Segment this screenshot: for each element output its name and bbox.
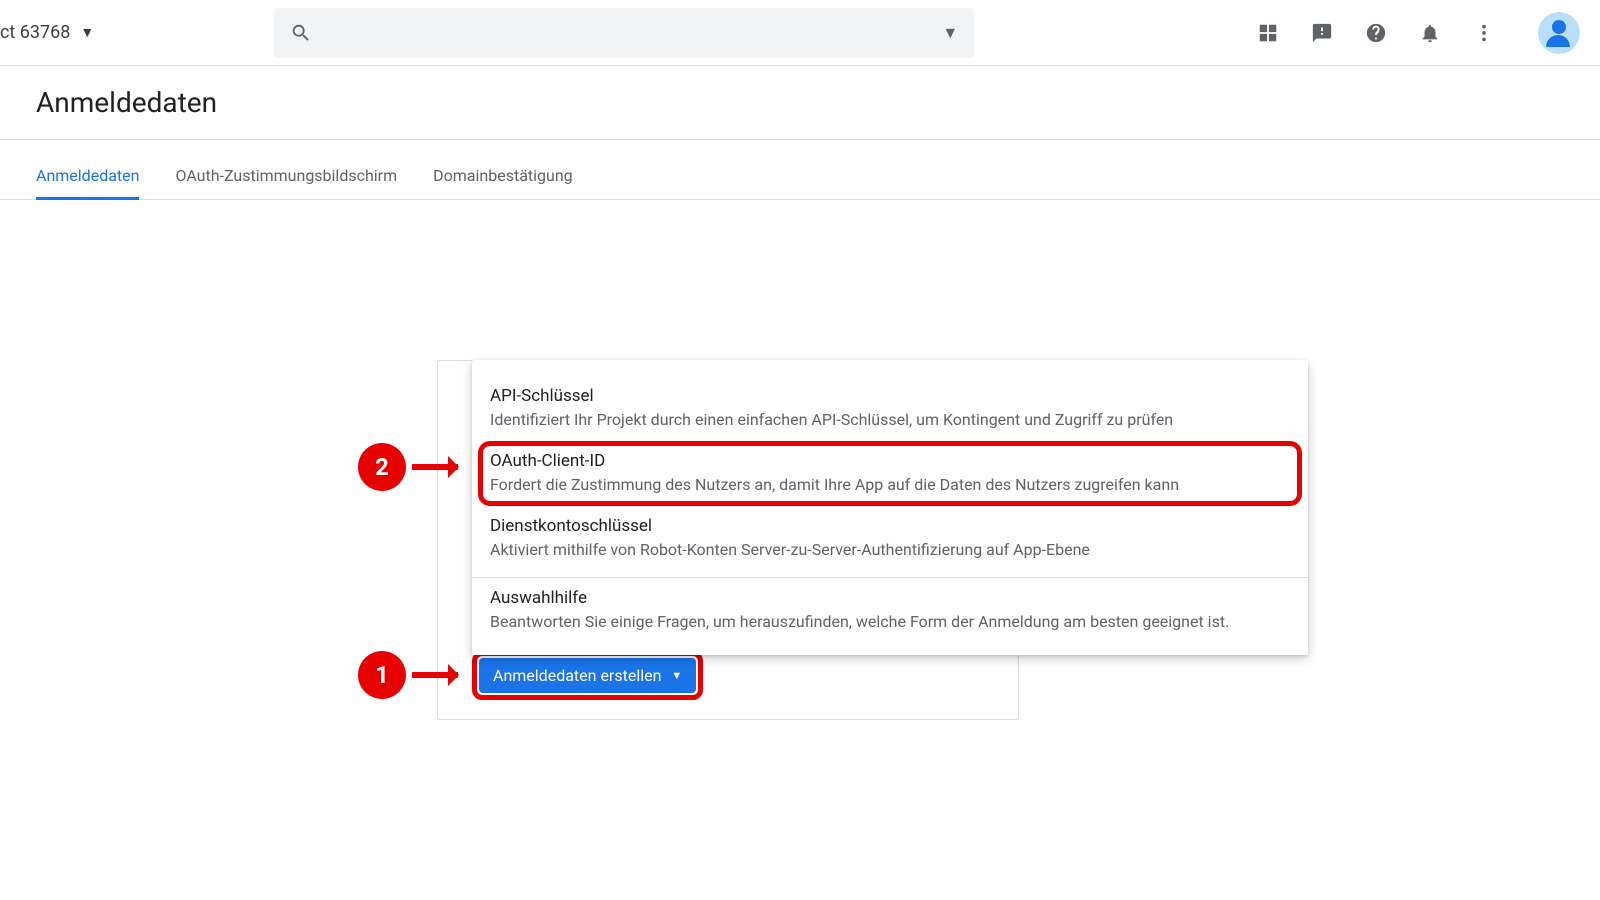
menu-item-title: Dienstkontoschlüssel [490,516,1290,536]
menu-item-desc: Beantworten Sie einige Fragen, um heraus… [490,612,1290,631]
project-name: ct 63768 [0,22,70,43]
tab-oauth-consent[interactable]: OAuth-Zustimmungsbildschirm [175,166,397,199]
annotation-step-1: 1 [358,651,458,699]
create-credentials-button[interactable]: Anmeldedaten erstellen ▼ [479,658,696,693]
annotation-badge: 1 [358,651,406,699]
topbar-icons [1256,12,1580,54]
annotation-badge: 2 [358,443,406,491]
title-row: Anmeldedaten [0,66,1600,140]
button-label: Anmeldedaten erstellen [493,666,661,685]
menu-item-title: OAuth-Client-ID [490,451,1290,471]
menu-item-title: Auswahlhilfe [490,588,1290,608]
menu-item-title: API-Schlüssel [490,386,1290,406]
chevron-down-icon: ▼ [671,669,682,682]
project-selector[interactable]: ct 63768 ▼ [0,22,114,43]
search-icon [290,22,312,44]
chevron-down-icon: ▼ [80,24,94,41]
chevron-down-icon: ▼ [942,23,958,43]
menu-item-desc: Aktiviert mithilfe von Robot-Konten Serv… [490,540,1290,559]
menu-item-api-key[interactable]: API-Schlüssel Identifiziert Ihr Projekt … [472,376,1308,441]
menu-item-service-account-key[interactable]: Dienstkontoschlüssel Aktiviert mithilfe … [472,506,1308,571]
gift-icon[interactable] [1256,21,1280,45]
main-area: API-Schlüssel Identifiziert Ihr Projekt … [0,200,1600,900]
feedback-icon[interactable] [1310,21,1334,45]
page-title: Anmeldedaten [36,86,1600,119]
more-vert-icon[interactable] [1472,21,1496,45]
topbar: ct 63768 ▼ ▼ [0,0,1600,66]
arrow-right-icon [412,672,458,678]
menu-item-desc: Fordert die Zustimmung des Nutzers an, d… [490,475,1290,494]
menu-item-help-me-choose[interactable]: Auswahlhilfe Beantworten Sie einige Frag… [472,578,1308,643]
help-icon[interactable] [1364,21,1388,45]
menu-item-desc: Identifiziert Ihr Projekt durch einen ei… [490,410,1290,429]
search-input[interactable]: ▼ [274,8,974,58]
annotation-highlight-1: Anmeldedaten erstellen ▼ [472,651,703,700]
notifications-icon[interactable] [1418,21,1442,45]
create-credentials-menu: API-Schlüssel Identifiziert Ihr Projekt … [472,360,1308,655]
arrow-right-icon [412,464,458,470]
avatar[interactable] [1538,12,1580,54]
menu-item-oauth-client-id[interactable]: OAuth-Client-ID Fordert die Zustimmung d… [472,441,1308,506]
tabs: Anmeldedaten OAuth-Zustimmungsbildschirm… [0,140,1600,200]
tab-domain-verification[interactable]: Domainbestätigung [433,166,573,199]
tab-anmeldedaten[interactable]: Anmeldedaten [36,166,139,199]
annotation-step-2: 2 [358,443,458,491]
